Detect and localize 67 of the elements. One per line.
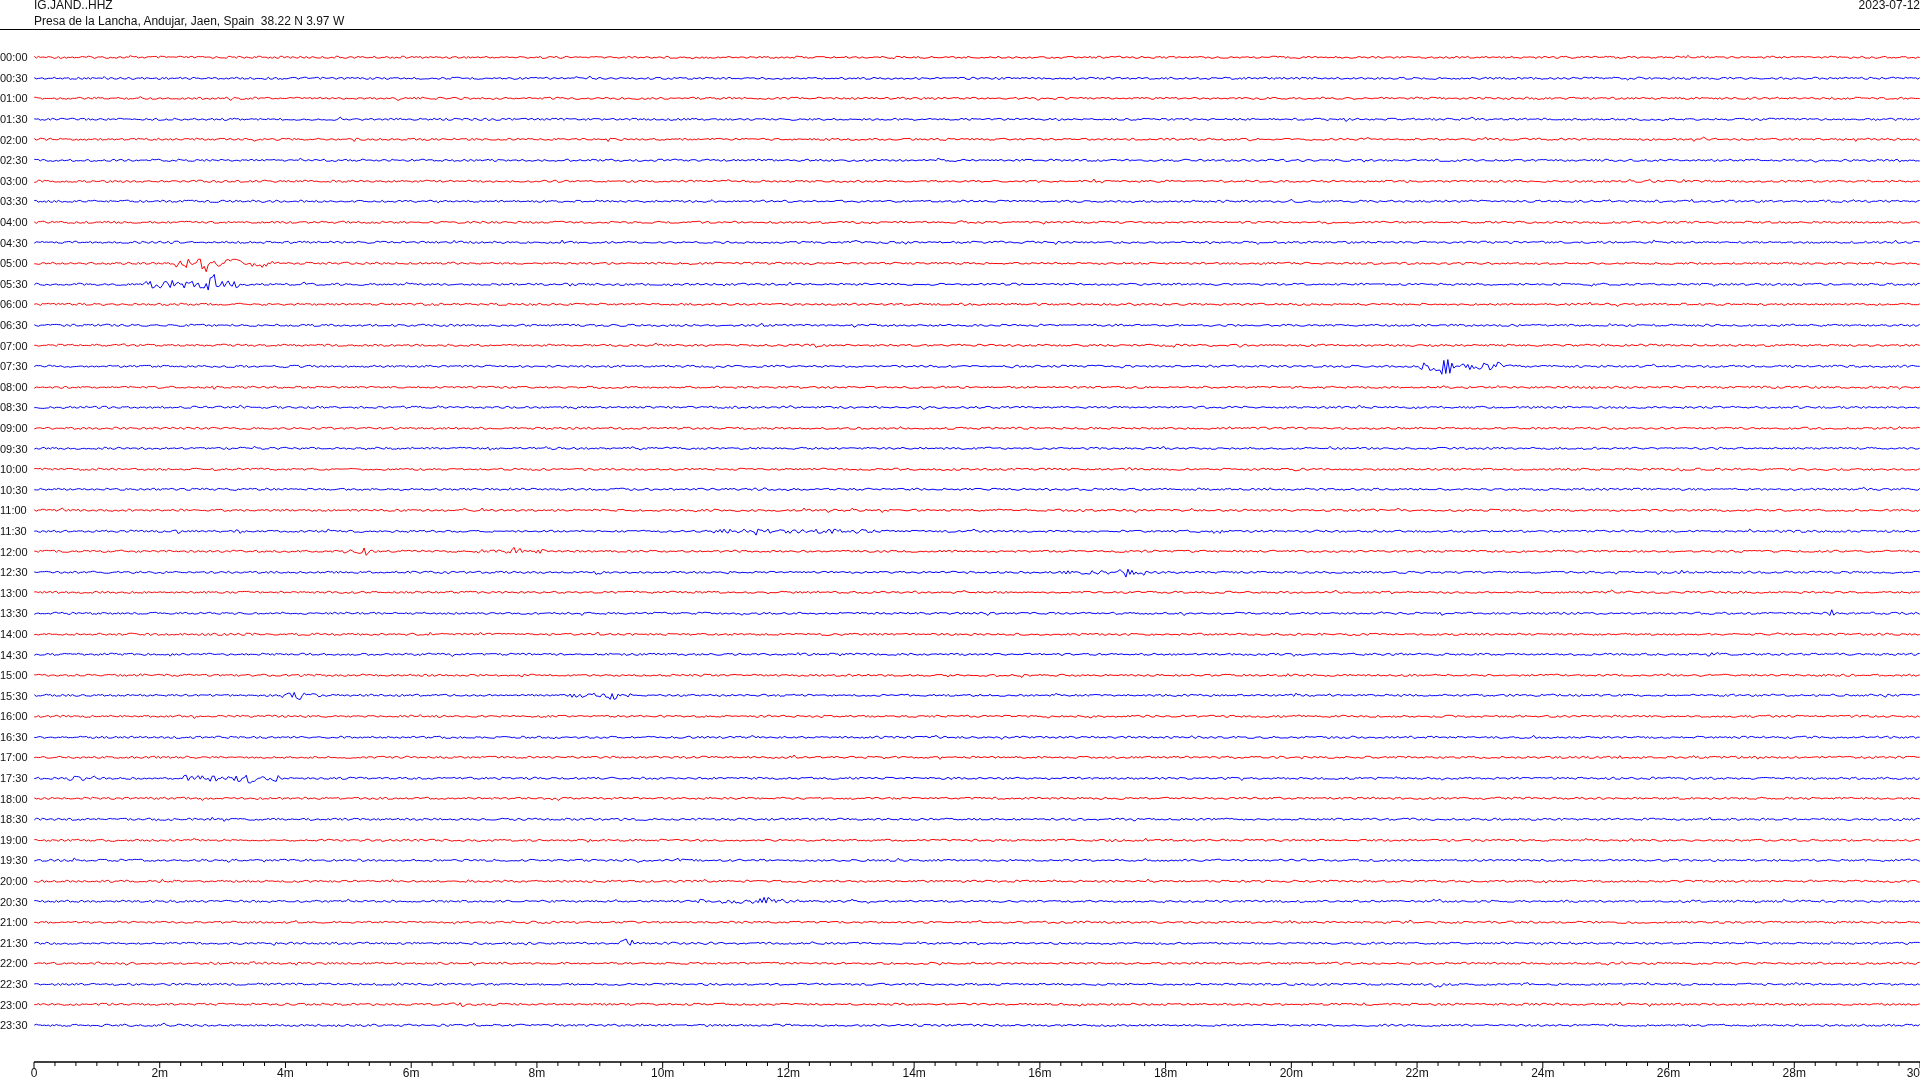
hour-label: 11:00 [0, 504, 28, 517]
hour-label: 05:30 [0, 277, 29, 290]
hour-label: 13:00 [0, 586, 29, 599]
axis-label: 18m [1153, 1066, 1178, 1080]
hour-label: 11:30 [0, 524, 28, 537]
axis-label: 8m [528, 1066, 546, 1080]
hour-label: 06:00 [0, 298, 29, 311]
axis-label: 28m [1782, 1066, 1806, 1080]
hour-label: 08:00 [0, 380, 29, 393]
hour-label: 01:30 [0, 113, 29, 126]
hour-label: 14:00 [0, 627, 29, 640]
hour-label: 07:00 [0, 339, 29, 352]
hour-label: 19:00 [0, 833, 29, 846]
hour-label: 23:00 [0, 998, 29, 1011]
hour-label: 03:30 [0, 195, 29, 208]
axis-label: 16m [1028, 1066, 1052, 1080]
date-label: 2023-07-12 [1858, 0, 1920, 13]
hour-label: 09:00 [0, 422, 29, 434]
axis-label: 22m [1405, 1066, 1429, 1080]
hour-label: 21:00 [0, 916, 29, 929]
hour-label: 12:00 [0, 545, 29, 558]
hour-label: 13:30 [0, 607, 29, 620]
axis-label: 30 [1906, 1066, 1920, 1080]
hour-label: 20:30 [0, 895, 29, 908]
axis-label: 10m [651, 1066, 675, 1080]
hour-label: 08:30 [0, 401, 29, 414]
hour-label: 01:00 [0, 92, 29, 105]
hour-label: 06:30 [0, 319, 29, 331]
hour-label: 03:00 [0, 174, 29, 187]
axis-label: 0 [30, 1066, 38, 1080]
hour-label: 00:30 [0, 71, 29, 84]
station-location: Presa de la Lancha, Andujar, Jaen, Spain 38.22 N 3.97 W [34, 13, 345, 29]
hour-label: 21:30 [0, 936, 29, 949]
hour-label: 20:00 [0, 875, 29, 888]
hour-label: 19:30 [0, 854, 29, 867]
axis-label: 6m [402, 1066, 420, 1080]
hour-label: 22:30 [0, 978, 29, 990]
hour-label: 12:30 [0, 566, 29, 579]
hour-label: 09:30 [0, 442, 29, 455]
hour-label: 17:30 [0, 772, 29, 785]
axis-label: 2m [151, 1066, 169, 1080]
hour-label: 04:00 [0, 216, 29, 229]
station-code: IG.JAND..HHZ [34, 0, 114, 13]
axis-label: 14m [902, 1066, 926, 1080]
axis-label: 12m [776, 1066, 801, 1080]
hour-label: 23:30 [0, 1019, 29, 1032]
hour-label: 22:00 [0, 957, 29, 970]
axis-label: 24m [1531, 1066, 1555, 1080]
hour-label: 02:00 [0, 133, 29, 146]
hour-label: 10:30 [0, 483, 29, 496]
axis-label: 26m [1656, 1066, 1681, 1080]
hour-label: 16:30 [0, 730, 29, 743]
hour-label: 15:30 [0, 689, 29, 702]
hour-label: 17:00 [0, 751, 29, 764]
hour-label: 10:00 [0, 463, 29, 476]
hour-label: 00:00 [0, 51, 29, 64]
hour-label: 15:00 [0, 669, 29, 682]
hour-label: 18:00 [0, 792, 29, 805]
axis-label: 4m [277, 1066, 294, 1080]
hour-label: 16:00 [0, 710, 29, 723]
hour-label: 18:30 [0, 813, 29, 826]
axis-label: 20m [1279, 1066, 1303, 1080]
hour-label: 04:30 [0, 236, 29, 249]
hour-label: 02:30 [0, 154, 29, 167]
hour-label: 05:00 [0, 257, 29, 270]
hour-label: 14:30 [0, 648, 29, 661]
hour-label: 07:30 [0, 360, 29, 373]
